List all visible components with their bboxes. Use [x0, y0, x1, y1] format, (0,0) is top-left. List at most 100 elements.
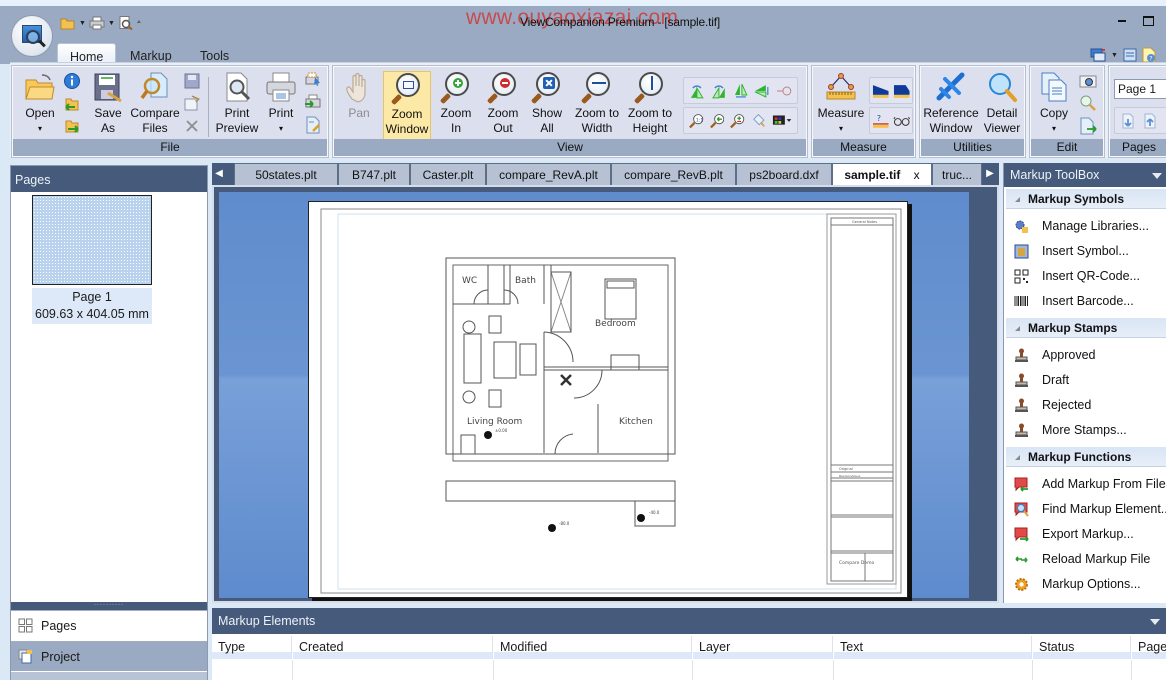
toolbox-item-find-markup-element[interactable]: Find Markup Element...	[1006, 498, 1166, 520]
rotate-left-icon[interactable]	[689, 83, 705, 99]
toolbox-item-insert-qr-code[interactable]: Insert QR-Code...	[1006, 265, 1166, 287]
window-layout-icon[interactable]	[1090, 48, 1106, 62]
close-tab-icon[interactable]: x	[914, 168, 920, 182]
toolbox-item-markup-options[interactable]: Markup Options...	[1006, 573, 1166, 595]
next-file-icon[interactable]	[63, 117, 81, 135]
customize-qat-arrow[interactable]: ⩡	[137, 19, 141, 27]
reference-window-button[interactable]: Reference Window	[923, 71, 979, 136]
snapshot-icon[interactable]	[1079, 72, 1097, 90]
print-dropdown-arrow[interactable]: ▼	[108, 20, 115, 27]
zoom-in-button[interactable]: Zoom In	[434, 71, 478, 136]
measure-area-icon[interactable]	[872, 83, 890, 99]
minimize-button[interactable]	[1118, 20, 1126, 22]
layout-dropdown-arrow[interactable]: ▼	[1111, 52, 1118, 59]
document-tab[interactable]: compare_RevB.plt	[611, 163, 736, 185]
print-area-icon[interactable]	[304, 71, 322, 89]
calibrate-icon[interactable]: ?	[872, 113, 890, 129]
section-markup-symbols[interactable]: Markup Symbols	[1006, 189, 1166, 209]
drawing-sheet[interactable]: General Notes Compare Demo Original Revi…	[308, 201, 908, 598]
print-button[interactable]: Print ▾	[264, 71, 298, 136]
detail-viewer-button[interactable]: Detail Viewer	[980, 71, 1024, 136]
column-header-layer[interactable]: Layer	[693, 636, 833, 659]
panel-icon[interactable]	[1123, 48, 1137, 62]
toolbox-item-draft[interactable]: Draft	[1006, 369, 1166, 391]
toolbox-item-approved[interactable]: Approved	[1006, 344, 1166, 366]
next-page-icon[interactable]	[1120, 113, 1136, 129]
toolbox-item-insert-symbol[interactable]: Insert Symbol...	[1006, 240, 1166, 262]
zoom-to-height-button[interactable]: Zoom to Height	[625, 71, 675, 136]
measure-button[interactable]: Measure ▾	[815, 71, 867, 136]
pin-icon[interactable]	[776, 83, 792, 99]
page-thumbnail-caption[interactable]: Page 1 609.63 x 404.05 mm	[32, 288, 152, 324]
rotate-right-icon[interactable]	[711, 83, 727, 99]
page-setup-icon[interactable]	[304, 116, 322, 134]
document-tab[interactable]: B747.plt	[338, 163, 410, 185]
panel-splitter[interactable]: ··········	[11, 602, 207, 610]
application-menu-button[interactable]	[11, 15, 53, 57]
open-folder-icon[interactable]	[60, 16, 76, 30]
zoom-actual-size-icon[interactable]: 1:1	[689, 113, 704, 129]
export-icon[interactable]	[1079, 117, 1097, 135]
toolbox-item-manage-libraries[interactable]: Manage Libraries...	[1006, 215, 1166, 237]
toolbox-item-add-markup-from-file[interactable]: Add Markup From File...	[1006, 473, 1166, 495]
glasses-icon[interactable]	[893, 113, 911, 129]
nav-item-project[interactable]: Project	[11, 641, 207, 671]
fill-icon[interactable]	[751, 113, 766, 129]
document-tab[interactable]: Caster.plt	[410, 163, 486, 185]
mirror-vertical-icon[interactable]	[754, 83, 770, 99]
document-tab[interactable]: truc...	[932, 163, 982, 185]
show-all-button[interactable]: Show All	[527, 71, 567, 136]
mirror-horizontal-icon[interactable]	[733, 83, 749, 99]
section-markup-stamps[interactable]: Markup Stamps	[1006, 318, 1166, 338]
column-header-page[interactable]: Page	[1132, 636, 1166, 659]
tabs-scroll-left[interactable]: ◀	[212, 163, 226, 185]
tabs-scroll-right[interactable]: ▶	[983, 163, 997, 185]
zoom-previous-icon[interactable]	[709, 113, 725, 129]
pan-button[interactable]: Pan	[339, 71, 379, 121]
zoom-to-width-button[interactable]: Zoom to Width	[572, 71, 622, 136]
toolbox-item-export-markup[interactable]: Export Markup...	[1006, 523, 1166, 545]
print-preview-button[interactable]: Print Preview	[213, 71, 261, 136]
document-tab[interactable]: 50states.plt	[234, 163, 338, 185]
maximize-button[interactable]	[1143, 16, 1154, 26]
properties-icon[interactable]	[183, 94, 201, 112]
column-header-type[interactable]: Type	[212, 636, 292, 659]
close-file-icon[interactable]	[183, 117, 201, 135]
print-preview-icon[interactable]	[118, 16, 134, 30]
zoom-out-button[interactable]: Zoom Out	[481, 71, 525, 136]
copy-button[interactable]: Copy ▾	[1035, 71, 1073, 136]
open-button[interactable]: Open ▾	[17, 71, 63, 136]
toolbox-item-insert-barcode[interactable]: Insert Barcode...	[1006, 290, 1166, 312]
display-mode-icon[interactable]	[772, 113, 792, 129]
document-tab[interactable]: compare_RevA.plt	[486, 163, 611, 185]
zoom-window-button[interactable]: Zoom Window	[383, 71, 431, 141]
toolbox-item-rejected[interactable]: Rejected	[1006, 394, 1166, 416]
toolbox-item-more-stamps[interactable]: More Stamps...	[1006, 419, 1166, 441]
batch-print-icon[interactable]	[304, 93, 322, 111]
toolbox-item-reload-markup-file[interactable]: Reload Markup File	[1006, 548, 1166, 570]
zoom-plus-minus-icon[interactable]	[730, 113, 745, 129]
document-viewport[interactable]: General Notes Compare Demo Original Revi…	[212, 185, 999, 603]
previous-file-icon[interactable]	[63, 95, 81, 113]
open-dropdown-arrow[interactable]: ▼	[79, 20, 86, 27]
column-header-status[interactable]: Status	[1033, 636, 1131, 659]
page-select[interactable]: Page 1	[1114, 79, 1166, 99]
column-header-created[interactable]: Created	[293, 636, 493, 659]
document-tab[interactable]: ps2board.dxf	[736, 163, 832, 185]
save-icon[interactable]	[183, 72, 201, 90]
info-icon[interactable]	[63, 72, 81, 90]
page-thumbnail[interactable]	[32, 195, 152, 285]
column-header-modified[interactable]: Modified	[494, 636, 692, 659]
print-icon[interactable]	[89, 16, 105, 30]
section-markup-functions[interactable]: Markup Functions	[1006, 447, 1166, 467]
column-header-text[interactable]: Text	[834, 636, 1032, 659]
find-text-icon[interactable]	[1079, 94, 1097, 112]
markup-panel-menu-arrow-icon[interactable]	[1150, 619, 1160, 625]
compare-files-button[interactable]: Compare Files	[130, 71, 180, 136]
help-icon[interactable]: ?	[1142, 47, 1156, 63]
measure-perimeter-icon[interactable]	[893, 83, 911, 99]
nav-item-pages[interactable]: Pages	[11, 610, 207, 640]
save-as-button[interactable]: Save As	[88, 71, 128, 136]
toolbox-menu-arrow-icon[interactable]	[1152, 173, 1162, 179]
document-tab-active[interactable]: sample.tif x	[832, 163, 932, 185]
